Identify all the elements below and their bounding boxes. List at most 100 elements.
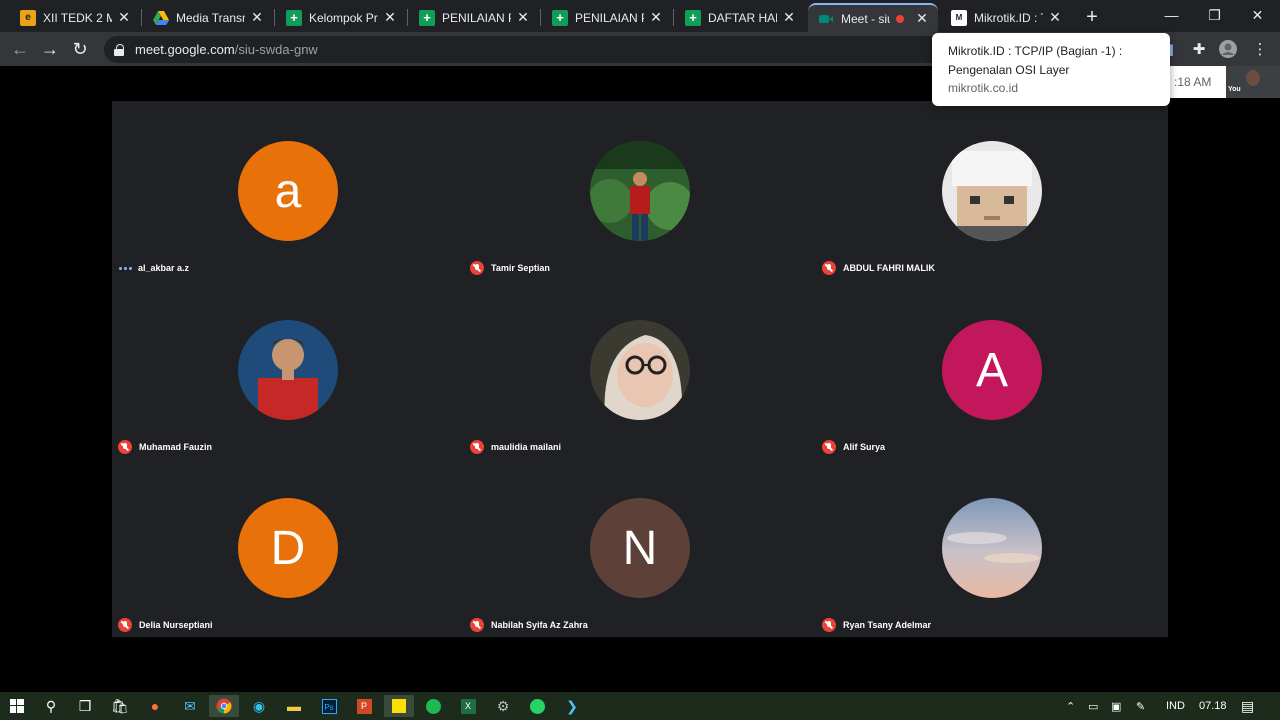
new-tab-plus-icon[interactable]: +: [1080, 5, 1104, 29]
edge-icon[interactable]: ◉: [244, 695, 274, 717]
profile-avatar-icon[interactable]: [1218, 39, 1238, 59]
network-icon[interactable]: ▣: [1111, 692, 1121, 720]
back-arrow-icon[interactable]: ←: [8, 37, 32, 61]
avatar-initial: a: [274, 164, 302, 218]
taskbar-clock[interactable]: 07.18: [1199, 692, 1227, 720]
tab-divider: [673, 9, 674, 26]
close-icon[interactable]: ✕: [914, 10, 930, 27]
participant-name: Alif Surya: [843, 442, 886, 452]
close-icon[interactable]: ✕: [515, 9, 531, 26]
close-icon[interactable]: ✕: [781, 9, 797, 26]
participant-tile[interactable]: Ryan Tsany Adelmar: [816, 458, 1168, 636]
task-view-icon[interactable]: ❒: [70, 695, 100, 717]
excel-icon[interactable]: X: [453, 695, 483, 717]
show-hidden-icons-icon[interactable]: ⌃: [1066, 692, 1075, 720]
avatar: [238, 320, 338, 420]
speaking-indicator-icon: [118, 261, 132, 275]
spotify-icon[interactable]: [418, 695, 448, 717]
store-icon[interactable]: 🛍: [105, 695, 135, 717]
tab-divider: [274, 9, 275, 26]
avatar: D: [238, 498, 338, 598]
restore-icon[interactable]: ❐: [1193, 0, 1236, 30]
google-meet-icon: [818, 11, 834, 27]
network-tool-icon[interactable]: ⚙: [488, 695, 518, 717]
tab-xii-tedk[interactable]: e XII TEDK 2 ME ✕: [10, 3, 140, 32]
participant-tile[interactable]: D Delia Nurseptiani: [112, 458, 464, 636]
tab-media-transmisi[interactable]: Media Transm ✕: [143, 3, 273, 32]
notification-icon[interactable]: ▤: [1241, 692, 1254, 720]
search-icon[interactable]: ⚲: [36, 695, 66, 717]
tab-penilaian-2[interactable]: + PENILAIAN PR ✕: [542, 3, 672, 32]
avatar: a: [238, 141, 338, 241]
participant-tile[interactable]: a al_akbar a.z: [112, 101, 464, 279]
photoshop-icon[interactable]: Ps: [314, 695, 344, 717]
participant-name: maulidia mailani: [491, 442, 562, 452]
google-drive-icon: [153, 10, 169, 26]
puzzle-extensions-icon[interactable]: ✚: [1189, 39, 1209, 59]
participant-grid: a al_akbar a.z Tamir Septian ABDUL FAHRI…: [112, 101, 1168, 637]
reload-icon[interactable]: ↻: [68, 37, 92, 61]
close-icon[interactable]: ✕: [249, 9, 265, 26]
participant-label: Ryan Tsany Adelmar: [822, 618, 931, 632]
avatar-initial: D: [270, 521, 306, 575]
participant-label: ABDUL FAHRI MALIK: [822, 261, 935, 275]
avatar: [590, 320, 690, 420]
mic-off-icon: [470, 440, 484, 454]
language-indicator[interactable]: IND: [1166, 692, 1185, 720]
battery-icon[interactable]: ▭: [1088, 692, 1098, 720]
moodle-icon: e: [20, 9, 36, 26]
sticky-notes-icon[interactable]: [384, 695, 414, 717]
avatar: [942, 141, 1042, 241]
taskbar-time: 07.18: [1199, 700, 1227, 712]
minimize-icon[interactable]: —: [1150, 0, 1193, 30]
mic-off-icon: [118, 618, 132, 632]
google-sheets-icon: +: [286, 9, 302, 26]
url-path: /siu-swda-gnw: [234, 42, 318, 57]
tab-strip: e XII TEDK 2 ME ✕ Media Transm ✕ + Kelom…: [0, 0, 1280, 32]
close-icon[interactable]: ✕: [382, 9, 398, 26]
participant-tile[interactable]: ABDUL FAHRI MALIK: [816, 101, 1168, 279]
participant-label: Tamir Septian: [470, 261, 550, 275]
file-explorer-icon[interactable]: ▬: [279, 695, 309, 717]
pen-icon[interactable]: ✎: [1136, 692, 1145, 720]
mic-off-icon: [822, 618, 836, 632]
participant-label: maulidia mailani: [470, 440, 561, 454]
forward-arrow-icon[interactable]: →: [38, 37, 62, 61]
mail-icon[interactable]: ✉: [175, 695, 205, 717]
terminal-app-icon[interactable]: ❯: [557, 695, 587, 717]
participant-tile[interactable]: Tamir Septian: [464, 101, 816, 279]
tab-meet[interactable]: Meet - siu ✕: [808, 3, 938, 32]
tab-divider: [141, 9, 142, 26]
close-icon[interactable]: ✕: [1047, 9, 1063, 26]
tab-mikrotik[interactable]: M Mikrotik.ID : T ✕: [941, 3, 1071, 32]
chrome-icon[interactable]: [209, 695, 239, 717]
avatar: A: [942, 320, 1042, 420]
close-icon[interactable]: ✕: [648, 9, 664, 26]
language-label: IND: [1166, 700, 1185, 712]
menu-kebab-icon[interactable]: ⋮: [1250, 39, 1270, 59]
tab-kelompok[interactable]: + Kelompok Pre ✕: [276, 3, 406, 32]
participant-name: Muhamad Fauzin: [139, 442, 213, 452]
powerpoint-icon[interactable]: P: [349, 695, 379, 717]
participant-label: Muhamad Fauzin: [118, 440, 212, 454]
close-icon[interactable]: ✕: [116, 9, 132, 26]
avatar: N: [590, 498, 690, 598]
close-window-icon[interactable]: ✕: [1236, 0, 1279, 30]
tab-daftar-hadir[interactable]: + DAFTAR HADI ✕: [675, 3, 805, 32]
participant-name: Nabilah Syifa Az Zahra: [491, 620, 588, 630]
tab-penilaian-1[interactable]: + PENILAIAN PR ✕: [409, 3, 539, 32]
tooltip-url: mikrotik.co.id: [948, 81, 1019, 95]
google-sheets-icon: +: [685, 9, 701, 26]
participant-name: al_akbar a.z: [138, 263, 190, 273]
participant-tile[interactable]: N Nabilah Syifa Az Zahra: [464, 458, 816, 636]
participant-tile[interactable]: Muhamad Fauzin: [112, 280, 464, 458]
participant-tile[interactable]: A Alif Surya: [816, 280, 1168, 458]
tooltip-title: Mikrotik.ID : TCP/IP (Bagian -1) : Penge…: [948, 44, 1123, 77]
lock-icon[interactable]: [114, 43, 124, 56]
whatsapp-icon[interactable]: [522, 695, 552, 717]
firefox-icon[interactable]: ●: [140, 695, 170, 717]
participant-name: Ryan Tsany Adelmar: [843, 620, 932, 630]
self-view-tile[interactable]: You: [1226, 66, 1280, 98]
windows-start-icon[interactable]: [2, 695, 32, 717]
participant-tile[interactable]: maulidia mailani: [464, 280, 816, 458]
